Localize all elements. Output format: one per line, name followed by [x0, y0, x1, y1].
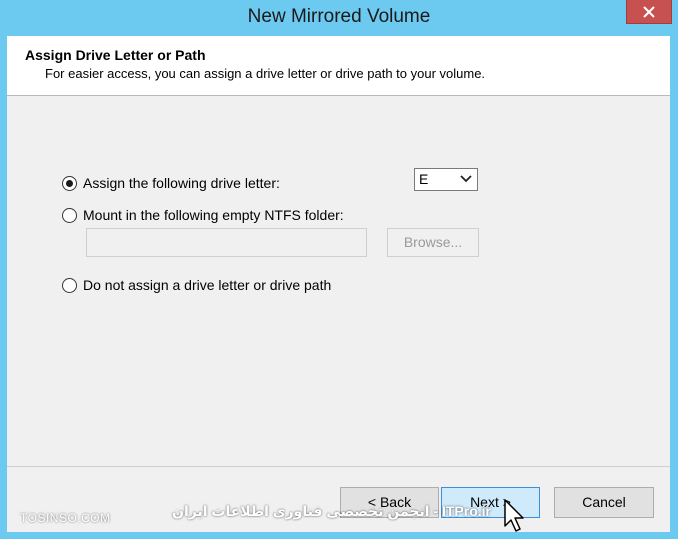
footer-divider — [7, 466, 670, 467]
drive-letter-value: E — [419, 171, 429, 187]
mount-folder-radio[interactable] — [62, 207, 77, 223]
drive-letter-select[interactable]: E — [414, 168, 478, 191]
chevron-down-icon — [460, 175, 472, 183]
no-assign-option[interactable]: Do not assign a drive letter or drive pa… — [62, 277, 331, 293]
close-icon — [643, 5, 655, 18]
watermark-left: TOSINSO.COM — [20, 511, 111, 525]
cancel-button[interactable]: Cancel — [554, 487, 654, 518]
assign-letter-label: Assign the following drive letter: — [83, 175, 280, 191]
assign-letter-option[interactable]: Assign the following drive letter: — [62, 175, 280, 191]
page-subtitle: For easier access, you can assign a driv… — [45, 66, 486, 81]
browse-button[interactable]: Browse... — [387, 228, 479, 257]
no-assign-radio[interactable] — [62, 277, 77, 293]
assign-letter-radio[interactable] — [62, 175, 77, 191]
page-title: Assign Drive Letter or Path — [25, 47, 206, 63]
close-button[interactable] — [626, 0, 672, 24]
mount-folder-option[interactable]: Mount in the following empty NTFS folder… — [62, 207, 344, 223]
title-bar[interactable]: New Mirrored Volume — [0, 0, 678, 36]
window-title: New Mirrored Volume — [247, 6, 431, 27]
mouse-pointer-icon — [504, 499, 524, 532]
no-assign-label: Do not assign a drive letter or drive pa… — [83, 277, 332, 293]
dialog-window: New Mirrored Volume Assign Drive Letter … — [0, 0, 678, 539]
dialog-client-area: Assign Drive Letter or Path For easier a… — [7, 36, 670, 532]
folder-path-input[interactable] — [86, 228, 367, 257]
wizard-header: Assign Drive Letter or Path For easier a… — [7, 36, 670, 96]
watermark-right: ITPro.ir - انجمن تخصصی فناوری اطلاعات ای… — [172, 503, 491, 519]
mount-folder-label: Mount in the following empty NTFS folder… — [83, 207, 344, 223]
